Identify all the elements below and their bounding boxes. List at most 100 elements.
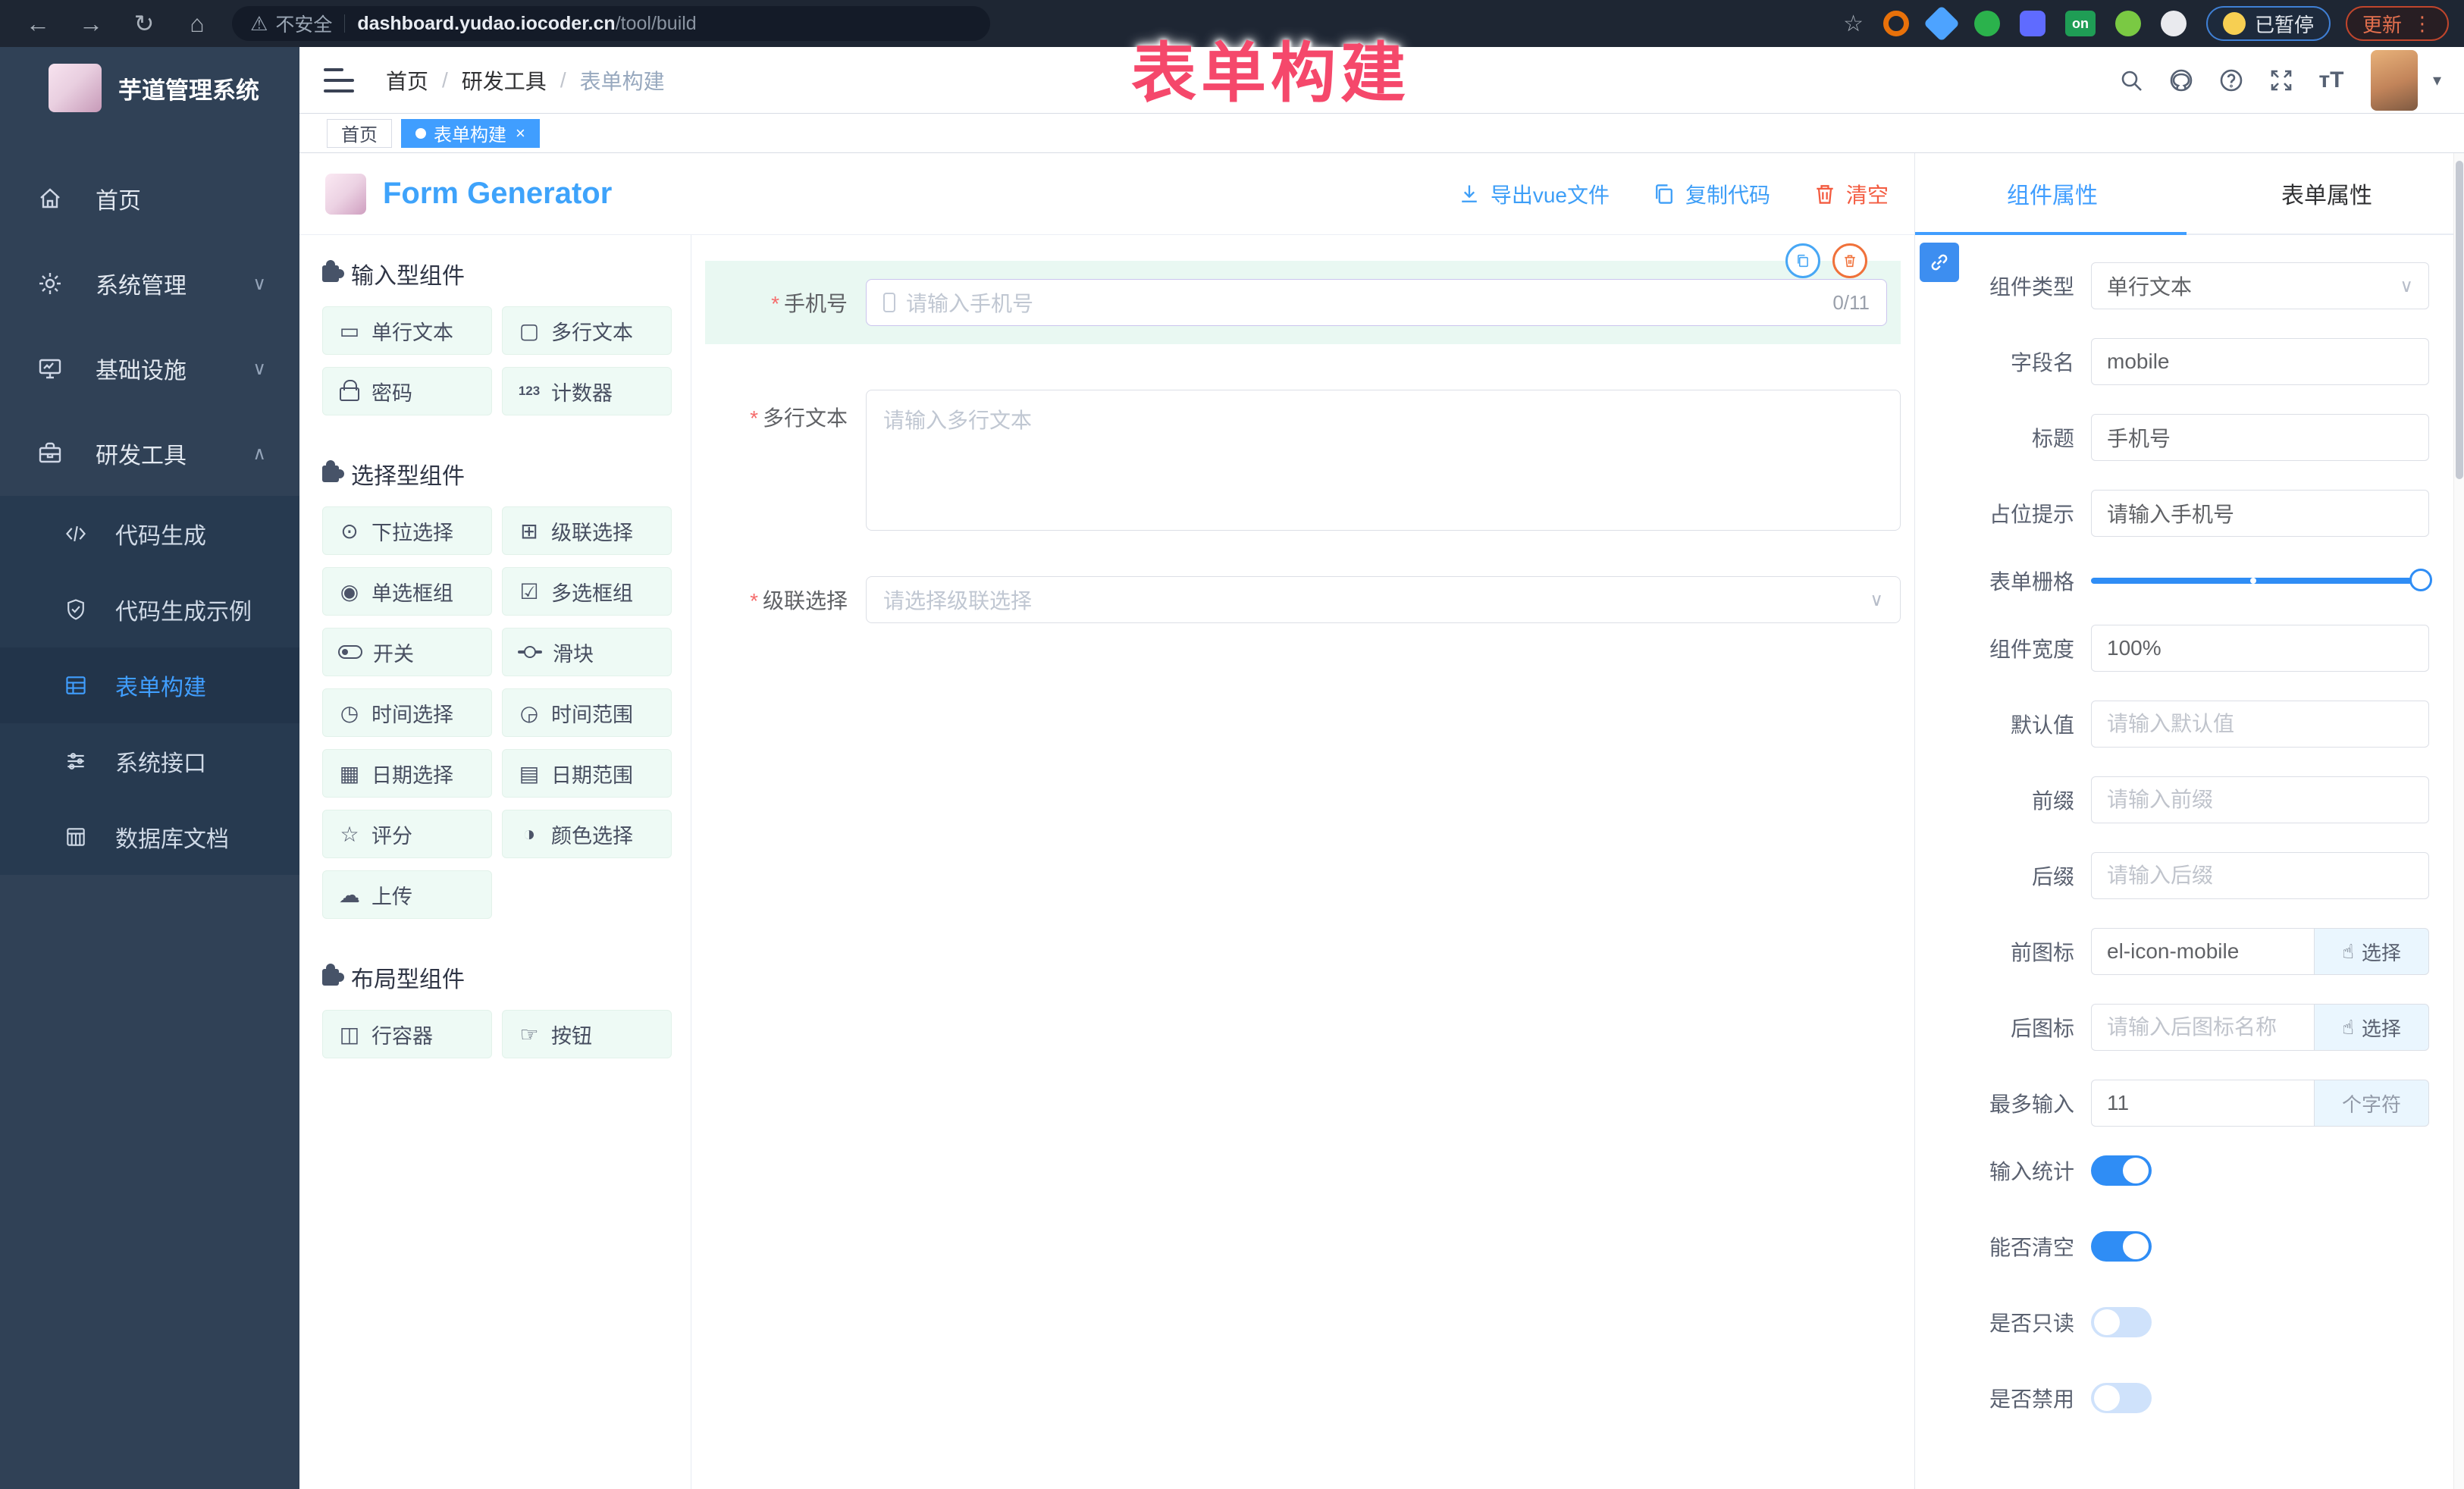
- brand[interactable]: 芋道管理系统: [0, 47, 299, 129]
- shield-check-icon: [64, 597, 88, 622]
- tab-form-props[interactable]: 表单属性: [2190, 153, 2464, 234]
- delete-field-button[interactable]: [1832, 243, 1867, 278]
- duplicate-field-button[interactable]: [1785, 243, 1820, 278]
- clearable-toggle[interactable]: [2091, 1231, 2152, 1262]
- component-date-picker[interactable]: ▦日期选择: [322, 749, 492, 798]
- help-icon[interactable]: [2209, 58, 2254, 103]
- export-vue-button[interactable]: 导出vue文件: [1457, 179, 1610, 209]
- prop-row-component-type: 组件类型 单行文本 ∨: [1915, 262, 2429, 309]
- chrome-update-button[interactable]: 更新 ⋮: [2346, 6, 2449, 41]
- checkbox-icon: ☑: [516, 579, 542, 604]
- component-textarea[interactable]: ▢多行文本: [502, 306, 672, 355]
- max-input-field[interactable]: [2091, 1080, 2314, 1127]
- sidebar-item-db-doc[interactable]: 数据库文档: [0, 799, 299, 875]
- textarea-input[interactable]: 请输入多行文本: [866, 390, 1901, 531]
- extension-icon[interactable]: on: [2065, 11, 2096, 36]
- sidebar-item-label: 系统管理: [96, 267, 187, 300]
- component-switch[interactable]: 开关: [322, 628, 492, 676]
- back-icon[interactable]: ←: [23, 10, 53, 38]
- tag-form-builder[interactable]: 表单构建 ×: [401, 119, 540, 148]
- sidebar-item-home[interactable]: 首页: [0, 156, 299, 241]
- chrome-menu-icon[interactable]: ⋮: [2412, 12, 2432, 36]
- font-size-icon[interactable]: тT: [2309, 58, 2354, 103]
- placeholder-input[interactable]: [2091, 490, 2429, 537]
- breadcrumb-home[interactable]: 首页: [386, 65, 428, 96]
- extension-icon[interactable]: [1974, 11, 2000, 36]
- chevron-down-icon[interactable]: ▾: [2433, 71, 2441, 90]
- component-time-picker[interactable]: ◷时间选择: [322, 688, 492, 737]
- download-icon: [1457, 182, 1481, 206]
- tab-component-props[interactable]: 组件属性: [1915, 153, 2190, 234]
- disabled-toggle[interactable]: [2091, 1383, 2152, 1413]
- canvas-field-textarea[interactable]: *多行文本 请输入多行文本: [705, 390, 1901, 531]
- prefix-icon-input[interactable]: [2091, 928, 2314, 975]
- bookmark-star-icon[interactable]: ☆: [1843, 11, 1864, 37]
- field-name-input[interactable]: [2091, 338, 2429, 385]
- extension-icon[interactable]: [2020, 11, 2045, 36]
- sidebar-item-system[interactable]: 系统管理 ∨: [0, 241, 299, 326]
- form-grid-slider[interactable]: [2091, 578, 2429, 584]
- extension-icon[interactable]: [1883, 11, 1909, 36]
- canvas-field-mobile[interactable]: *手机号 请输入手机号 0/11: [705, 261, 1901, 344]
- component-checkbox-group[interactable]: ☑多选框组: [502, 567, 672, 616]
- suffix-icon-input[interactable]: [2091, 1004, 2314, 1051]
- component-upload[interactable]: ☁上传: [322, 870, 492, 919]
- github-icon[interactable]: [2158, 58, 2204, 103]
- close-icon[interactable]: ×: [516, 124, 525, 143]
- extension-icon[interactable]: [1923, 5, 1960, 42]
- properties-tabs: 组件属性 表单属性: [1915, 153, 2464, 235]
- collapse-sidebar-icon[interactable]: [324, 68, 354, 92]
- sidebar-item-codegen-demo[interactable]: 代码生成示例: [0, 572, 299, 647]
- extension-icon[interactable]: [2115, 11, 2141, 36]
- component-date-range[interactable]: ▤日期范围: [502, 749, 672, 798]
- prefix-input[interactable]: [2091, 776, 2429, 823]
- suffix-input[interactable]: [2091, 852, 2429, 899]
- tag-home[interactable]: 首页: [327, 119, 392, 148]
- scrollbar-thumb[interactable]: [2456, 161, 2463, 479]
- profile-paused-pill[interactable]: 已暂停: [2206, 6, 2331, 41]
- sidebar-item-infra[interactable]: 基础设施 ∨: [0, 326, 299, 411]
- sidebar-item-devtools[interactable]: 研发工具 ∧: [0, 411, 299, 496]
- component-row-container[interactable]: ◫行容器: [322, 1010, 492, 1058]
- component-single-text[interactable]: ▭单行文本: [322, 306, 492, 355]
- component-counter[interactable]: 123计数器: [502, 367, 672, 415]
- component-slider[interactable]: 滑块: [502, 628, 672, 676]
- search-icon[interactable]: [2108, 58, 2154, 103]
- clear-button[interactable]: 清空: [1813, 179, 1889, 209]
- component-rate[interactable]: ☆评分: [322, 810, 492, 858]
- address-bar[interactable]: ⚠ 不安全 dashboard.yudao.iocoder.cn /tool/b…: [232, 6, 990, 41]
- component-color-picker[interactable]: ◑颜色选择: [502, 810, 672, 858]
- component-cascader[interactable]: ⊞级联选择: [502, 506, 672, 555]
- extension-icon[interactable]: [2161, 11, 2187, 36]
- fullscreen-icon[interactable]: [2259, 58, 2304, 103]
- sidebar-item-form-builder[interactable]: 表单构建: [0, 647, 299, 723]
- copy-code-button[interactable]: 复制代码: [1652, 179, 1770, 209]
- sidebar-item-system-api[interactable]: 系统接口: [0, 723, 299, 799]
- reload-icon[interactable]: ↻: [129, 9, 159, 38]
- component-radio-group[interactable]: ◉单选框组: [322, 567, 492, 616]
- canvas-field-cascader[interactable]: *级联选择 请选择级联选择 ∨: [705, 576, 1901, 623]
- page-scrollbar[interactable]: [2453, 153, 2464, 1489]
- readonly-toggle[interactable]: [2091, 1307, 2152, 1337]
- choose-prefix-icon-button[interactable]: ☝ 选择: [2314, 928, 2429, 975]
- component-width-input[interactable]: [2091, 625, 2429, 672]
- slider-handle[interactable]: [2409, 569, 2432, 591]
- mobile-input[interactable]: 请输入手机号 0/11: [866, 279, 1887, 326]
- component-password[interactable]: 密码: [322, 367, 492, 415]
- component-type-select[interactable]: 单行文本 ∨: [2091, 262, 2429, 309]
- cascader-input[interactable]: 请选择级联选择 ∨: [866, 576, 1901, 623]
- url-path: /tool/build: [616, 13, 697, 35]
- component-time-range[interactable]: ◶时间范围: [502, 688, 672, 737]
- component-select[interactable]: ⊙下拉选择: [322, 506, 492, 555]
- home-icon[interactable]: ⌂: [182, 10, 212, 38]
- choose-suffix-icon-button[interactable]: ☝ 选择: [2314, 1004, 2429, 1051]
- default-value-input[interactable]: [2091, 701, 2429, 748]
- sidebar-item-label: 代码生成示例: [115, 593, 252, 626]
- title-input[interactable]: [2091, 414, 2429, 461]
- breadcrumb-devtools[interactable]: 研发工具: [462, 65, 547, 96]
- avatar[interactable]: [2371, 50, 2418, 111]
- component-button[interactable]: ☞按钮: [502, 1010, 672, 1058]
- input-stat-toggle[interactable]: [2091, 1155, 2152, 1186]
- forward-icon[interactable]: →: [76, 10, 106, 38]
- sidebar-item-codegen[interactable]: 代码生成: [0, 496, 299, 572]
